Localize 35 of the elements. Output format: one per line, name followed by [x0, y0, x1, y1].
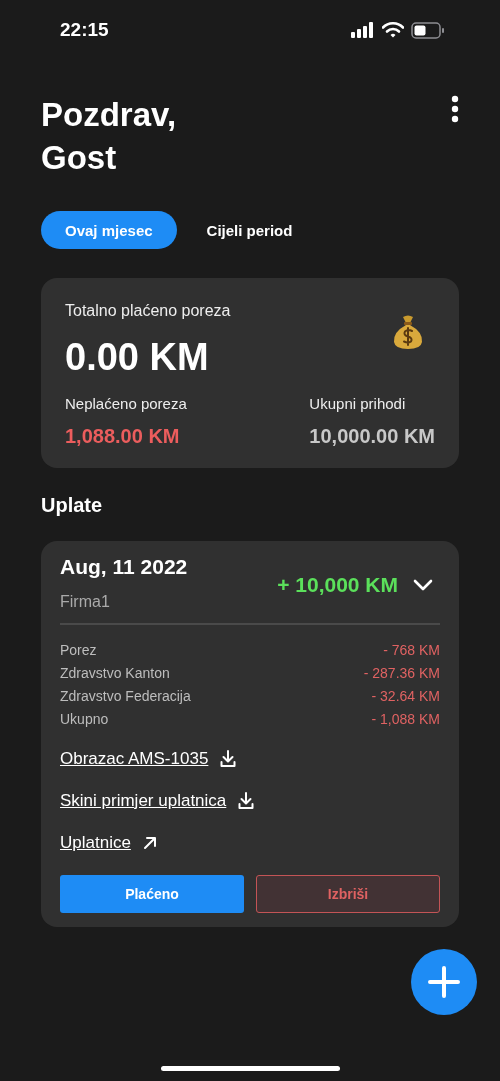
deduction-label: Zdravstvo Federacija — [60, 687, 191, 706]
more-menu-icon[interactable] — [451, 95, 459, 123]
download-icon[interactable] — [238, 792, 255, 810]
stat-value: 10,000.00 KM — [309, 425, 435, 448]
chevron-icon[interactable] — [412, 578, 434, 592]
plus-icon — [428, 966, 460, 998]
summary-label: Totalno plaćeno poreza — [65, 302, 231, 320]
wifi-icon — [382, 22, 404, 38]
total-amount: 0.00 KM — [65, 336, 210, 379]
arrow-up-right-icon[interactable] — [142, 836, 157, 850]
income-amount: + 10,000 KM — [277, 573, 398, 597]
deduction-label: Ukupno — [60, 710, 109, 729]
status-time: 22:15 — [60, 19, 109, 41]
payment-date: Aug, 11 2022 — [60, 555, 188, 579]
greeting-title: Pozdrav, Gost — [41, 95, 177, 178]
deduction-value: - 287.36 KM — [363, 664, 440, 683]
deduction-label: Zdravstvo Kanton — [60, 664, 170, 683]
deduction-value: - 1,088 KM — [371, 710, 440, 729]
stat-label: Neplaćeno poreza — [65, 395, 187, 412]
period-tab[interactable]: Cijeli period — [188, 211, 311, 249]
download-icon[interactable] — [220, 750, 237, 768]
money-bag-icon — [391, 314, 425, 350]
document-link[interactable]: Uplatnice — [60, 833, 131, 853]
deduction-value: - 32.64 KM — [371, 687, 440, 706]
deduction-label: Porez — [60, 641, 97, 660]
signal-icon — [351, 22, 375, 38]
stat-label: Ukupni prihodi — [309, 395, 407, 412]
stat-value: 1,088.00 KM — [65, 425, 181, 448]
document-link[interactable]: Obrazac AMS-1035 — [60, 749, 209, 769]
delete-button[interactable]: Izbriši — [256, 875, 440, 913]
battery-icon — [411, 21, 445, 39]
deduction-value: - 768 KM — [383, 641, 440, 660]
document-link[interactable]: Skini primjer uplatnica — [60, 791, 227, 811]
section-title: Uplate — [41, 494, 104, 517]
company-name: Firma1 — [60, 593, 111, 611]
